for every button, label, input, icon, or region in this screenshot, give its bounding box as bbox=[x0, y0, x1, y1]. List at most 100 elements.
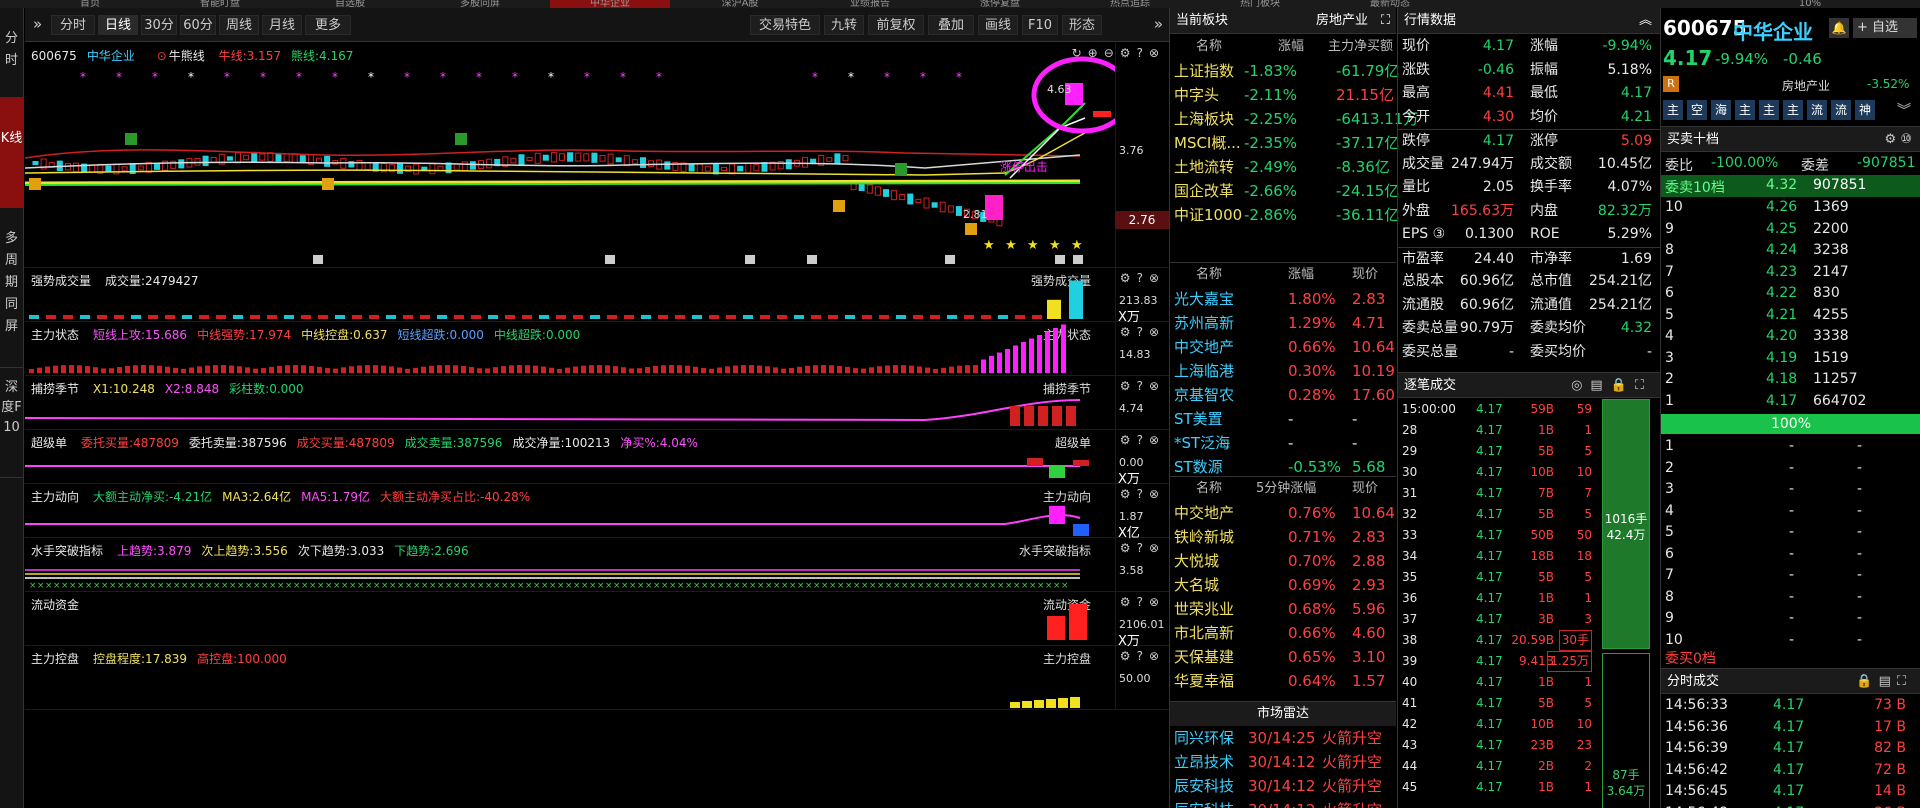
gear-icon[interactable]: ⚙ bbox=[1120, 325, 1137, 339]
close-icon[interactable]: ⊗ bbox=[1149, 649, 1165, 663]
period-button[interactable]: 日线 bbox=[98, 15, 138, 35]
close-icon[interactable]: ⊗ bbox=[1149, 433, 1165, 447]
tag-badge[interactable]: 海 bbox=[1711, 100, 1731, 120]
vtab-kline[interactable]: K线 bbox=[0, 98, 23, 208]
tag-badge[interactable]: 主 bbox=[1759, 100, 1779, 120]
period-button[interactable]: 月线 bbox=[262, 15, 302, 35]
close-icon[interactable]: ⊗ bbox=[1149, 325, 1165, 339]
period-button[interactable]: 周线 bbox=[219, 15, 259, 35]
buy-order-row[interactable]: 6 - - bbox=[1661, 544, 1920, 566]
table-row[interactable]: 京基智农 0.28% 17.60 bbox=[1170, 383, 1396, 407]
indicator-panel[interactable]: 超级单 委托买量:487809 委托卖量:387596 成交买量:487809 成交卖量… bbox=[25, 430, 1169, 487]
table-row[interactable]: 中证1000 -2.86% -36.11亿 bbox=[1170, 203, 1399, 227]
tool-button[interactable]: 交易特色 bbox=[750, 15, 820, 35]
top-tab[interactable]: 涨停复盘 bbox=[940, 0, 1060, 8]
tag-badge[interactable]: 流 bbox=[1807, 100, 1827, 120]
table-row[interactable]: *ST泛海 - - bbox=[1170, 431, 1396, 455]
tag-badge[interactable]: 主 bbox=[1663, 100, 1683, 120]
top-tab[interactable]: 首页 bbox=[30, 0, 150, 8]
table-row[interactable]: MSCI概... -2.35% -37.17亿 bbox=[1170, 131, 1399, 155]
buy-order-row[interactable]: 8 - - bbox=[1661, 587, 1920, 609]
tag-badge[interactable]: 流 bbox=[1831, 100, 1851, 120]
top-tab[interactable]: 中华企业 bbox=[550, 0, 670, 8]
table-row[interactable]: 华夏幸福 0.64% 1.57 bbox=[1170, 669, 1396, 693]
add-favorite-button[interactable]: + 自选 bbox=[1853, 18, 1917, 38]
sell-order-row[interactable]: 3 4.19 1519 bbox=[1661, 348, 1920, 370]
indicator-panel[interactable]: 流动资金 流动资金 ⚙?⊗ 2106.01 X万 bbox=[25, 592, 1169, 649]
vtab-multi-period[interactable]: 多周期同屏 bbox=[0, 208, 23, 368]
radar-row[interactable]: 辰安科技 30/14:12 火箭升空 bbox=[1170, 798, 1396, 808]
gear-icon[interactable]: ⚙ bbox=[1120, 595, 1137, 609]
top-tab[interactable]: 智能盯盘 bbox=[160, 0, 280, 8]
indicator-panel[interactable]: 水手突破指标 上趋势:3.879 次上趋势:3.556 次下趋势:3.033 下趋势:2… bbox=[25, 538, 1169, 592]
table-row[interactable]: 上海临港 0.30% 10.19 bbox=[1170, 359, 1396, 383]
vtab-f10[interactable]: 深度F10 bbox=[0, 368, 23, 478]
tool-button[interactable]: F10 bbox=[1022, 15, 1058, 35]
table-row[interactable]: 中交地产 0.76% 10.64 bbox=[1170, 501, 1396, 525]
radar-row[interactable]: 立昂技术 30/14:12 火箭升空 bbox=[1170, 750, 1396, 774]
table-row[interactable]: 大悦城 0.70% 2.88 bbox=[1170, 549, 1396, 573]
buy-order-row[interactable]: 2 - - bbox=[1661, 458, 1920, 480]
table-row[interactable]: 土地流转 -2.49% -8.36亿 bbox=[1170, 155, 1396, 179]
tool-button[interactable]: 形态 bbox=[1062, 15, 1102, 35]
help-icon[interactable]: ? bbox=[1137, 487, 1149, 501]
sell-order-row[interactable]: 6 4.22 830 bbox=[1661, 283, 1920, 305]
tool-button[interactable]: 前复权 bbox=[868, 15, 924, 35]
table-row[interactable]: 上证指数 -1.83% -61.79亿 bbox=[1170, 59, 1399, 83]
tool-button[interactable]: 画线 bbox=[978, 15, 1018, 35]
gear-icon[interactable]: ⚙ bbox=[1120, 46, 1137, 60]
table-row[interactable]: 中字头 -2.11% 21.15亿 bbox=[1170, 83, 1396, 107]
gear-icon[interactable]: ⚙ bbox=[1120, 433, 1137, 447]
table-row[interactable]: 上海板块 -2.25% -6413.11万 bbox=[1170, 107, 1418, 131]
sell-order-row[interactable]: 4 4.20 3338 bbox=[1661, 326, 1920, 348]
main-kline-chart[interactable]: 600675 中华企业 ⊙ 牛熊线 牛线:3.157 熊线:4.167 ↻⊕⊖⚙?⊗ … bbox=[25, 43, 1169, 268]
tags-more-icon[interactable]: ︾ bbox=[1897, 100, 1911, 120]
period-button[interactable]: 更多 bbox=[305, 15, 351, 35]
help-icon[interactable]: ? bbox=[1137, 325, 1149, 339]
ticks-tools-icon[interactable]: ◎▤🔒⛶ bbox=[1571, 373, 1652, 399]
sell-order-row[interactable]: 5 4.21 4255 bbox=[1661, 305, 1920, 327]
radar-row[interactable]: 辰安科技 30/14:12 火箭升空 bbox=[1170, 774, 1396, 798]
table-row[interactable]: ST美置 - - bbox=[1170, 407, 1396, 431]
gear-icon[interactable]: ⚙ bbox=[1120, 379, 1137, 393]
sell-order-row[interactable]: 9 4.25 2200 bbox=[1661, 219, 1920, 241]
table-row[interactable]: 光大嘉宝 1.80% 2.83 bbox=[1170, 287, 1396, 311]
orderbook-tools-icon[interactable]: ⚙ ⑩ bbox=[1885, 127, 1912, 153]
table-row[interactable]: 市北高新 0.66% 4.60 bbox=[1170, 621, 1396, 645]
buy-order-row[interactable]: 5 - - bbox=[1661, 522, 1920, 544]
tool-button[interactable]: 九转 bbox=[824, 15, 864, 35]
indicator-panel[interactable]: 主力状态 短线上攻:15.686 中线强势:17.974 中线控盘:0.637 短线超跌… bbox=[25, 322, 1169, 376]
table-row[interactable]: 世荣兆业 0.68% 5.96 bbox=[1170, 597, 1396, 621]
period-button[interactable]: 分时 bbox=[51, 15, 95, 35]
tag-badge[interactable]: 空 bbox=[1687, 100, 1707, 120]
help-icon[interactable]: ? bbox=[1137, 649, 1149, 663]
table-row[interactable]: 中交地产 0.66% 10.64 bbox=[1170, 335, 1396, 359]
tag-badge[interactable]: 主 bbox=[1735, 100, 1755, 120]
gear-icon[interactable]: ⚙ bbox=[1120, 487, 1137, 501]
gear-icon[interactable]: ⚙ bbox=[1120, 271, 1137, 285]
indicator-panel[interactable]: 强势成交量 成交量:2479427 强势成交量 ⚙?⊗ 213.83 X万 bbox=[25, 268, 1169, 325]
buy-order-row[interactable]: 3 - - bbox=[1661, 479, 1920, 501]
top-tab[interactable]: 自选股 bbox=[290, 0, 410, 8]
buy-order-row[interactable]: 1 - - bbox=[1661, 436, 1920, 458]
radar-row[interactable]: 同兴环保 30/14:25 火箭升空 bbox=[1170, 726, 1396, 750]
close-icon[interactable]: ⊗ bbox=[1149, 595, 1165, 609]
expand-icon[interactable]: » bbox=[33, 15, 42, 33]
period-button[interactable]: 60分 bbox=[180, 15, 216, 35]
sell-order-row[interactable]: 1 4.17 664702 bbox=[1661, 391, 1920, 413]
tag-badge[interactable]: 主 bbox=[1783, 100, 1803, 120]
indicator-panel[interactable]: 主力动向 大额主动净买:-4.21亿 MA3:2.64亿 MA5:1.79亿 大额主动净… bbox=[25, 484, 1169, 541]
help-icon[interactable]: ? bbox=[1137, 379, 1149, 393]
tag-badge[interactable]: 神 bbox=[1855, 100, 1875, 120]
close-icon[interactable]: ⊗ bbox=[1149, 46, 1165, 60]
help-icon[interactable]: ? bbox=[1137, 271, 1149, 285]
top-tab[interactable]: 业绩报告 bbox=[810, 0, 930, 8]
table-row[interactable]: 国企改革 -2.66% -24.15亿 bbox=[1170, 179, 1399, 203]
collapse-icon[interactable]: » bbox=[1154, 15, 1163, 33]
sell-order-row[interactable]: 8 4.24 3238 bbox=[1661, 240, 1920, 262]
buy-order-row[interactable]: 9 - - bbox=[1661, 608, 1920, 630]
help-icon[interactable]: ? bbox=[1137, 433, 1149, 447]
sell-order-row[interactable]: 2 4.18 11257 bbox=[1661, 369, 1920, 391]
help-icon[interactable]: ? bbox=[1137, 541, 1149, 555]
vtab-fenshi[interactable]: 分时 bbox=[0, 8, 23, 98]
